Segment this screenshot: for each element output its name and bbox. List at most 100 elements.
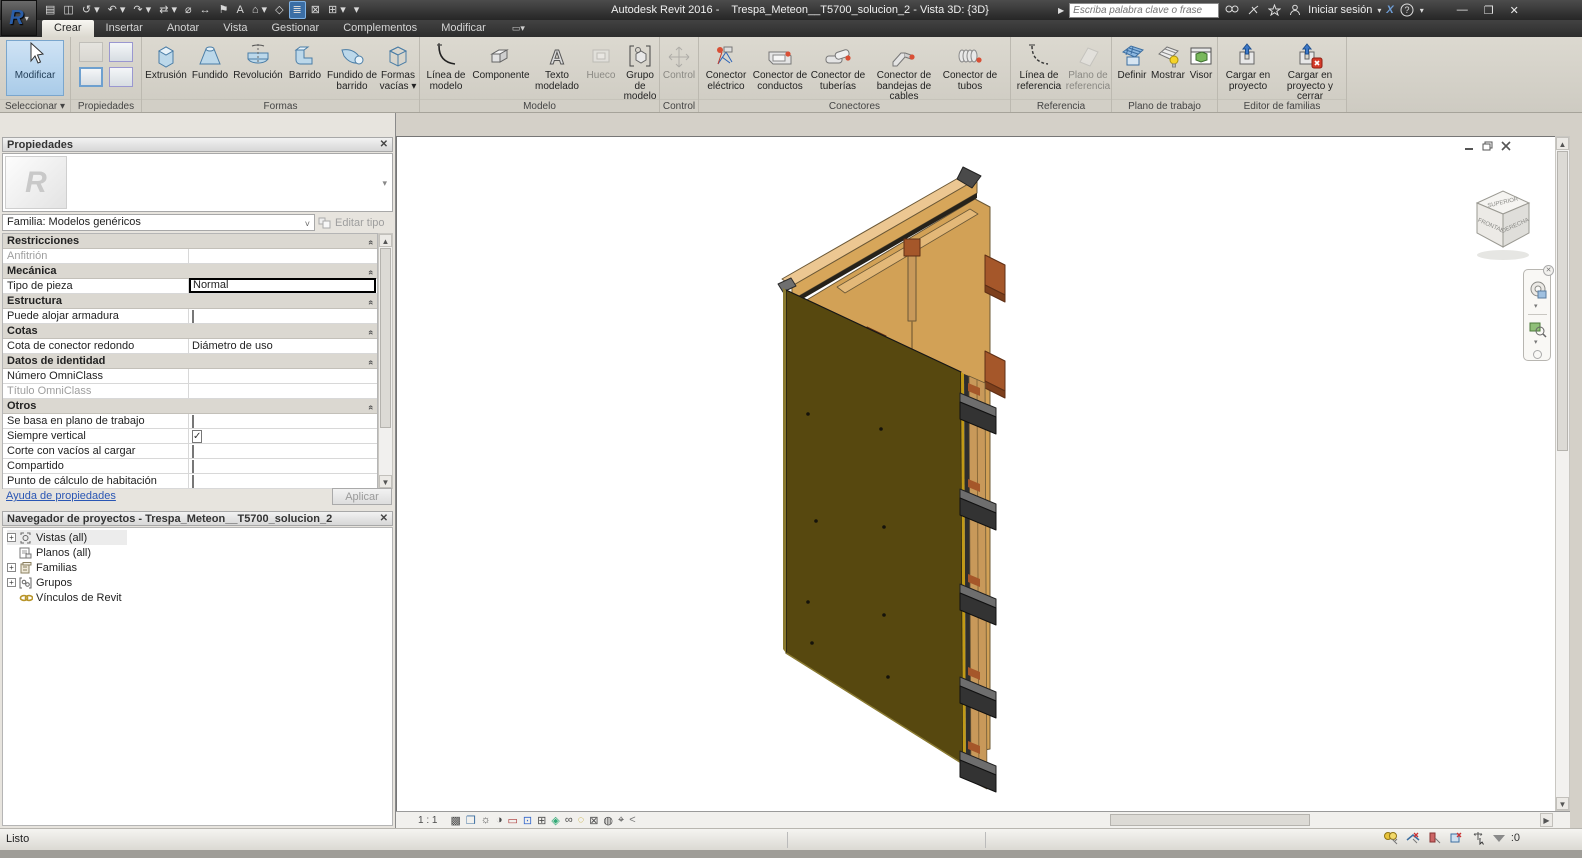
properties-close-icon[interactable]: ✕ (380, 138, 388, 152)
fundido-button[interactable]: Fundido (188, 38, 232, 82)
collapse-icon[interactable]: < (629, 814, 635, 826)
expand-icon[interactable]: + (7, 578, 16, 587)
reveal-constraints-icon[interactable]: ⌖ (618, 814, 624, 827)
type-selector-caret-icon[interactable]: ▾ (382, 178, 387, 189)
extrusion-button[interactable]: Extrusión (144, 38, 188, 82)
help-caret-icon[interactable]: ▾ (1420, 6, 1424, 15)
navbar-customize-icon[interactable] (1533, 350, 1542, 359)
navbar-caret-icon[interactable]: ▾ (1534, 302, 1538, 310)
property-row[interactable]: Título OmniClass (3, 384, 377, 399)
default-3d-view-icon[interactable]: ⌂ ▾ (249, 2, 270, 18)
property-row[interactable]: Se basa en plano de trabajo (3, 414, 377, 429)
text-icon[interactable]: A (234, 2, 247, 18)
scroll-down-icon[interactable]: ▼ (1556, 797, 1569, 810)
redo-icon[interactable]: ↷ ▾ (130, 2, 154, 18)
panel-label-referencia[interactable]: Referencia (1011, 99, 1111, 112)
panel-label-propiedades[interactable]: Propiedades (71, 99, 141, 112)
property-row[interactable]: Anfitrión (3, 249, 377, 264)
property-row[interactable]: Siempre vertical✓ (3, 429, 377, 444)
panel-label-formas[interactable]: Formas (142, 99, 419, 112)
project-browser-close-icon[interactable]: ✕ (380, 512, 388, 526)
search-input[interactable] (1069, 3, 1219, 18)
editable-only-icon[interactable] (1427, 831, 1443, 845)
properties-scrollbar[interactable]: ▲ ▼ (378, 233, 393, 489)
vertical-scrollbar[interactable]: ▲ ▼ (1555, 136, 1570, 811)
horizontal-scrollbar[interactable]: ▶ (688, 813, 1554, 828)
drawing-area[interactable]: SUPERIOR FRONTAL DERECHA ✕ ▾ ▾ (396, 136, 1555, 811)
cargar-en-proyecto-y-cerrar-button[interactable]: Cargar en proyecto y cerrar (1276, 38, 1344, 103)
conector-electrico-button[interactable]: Conector eléctrico (701, 38, 751, 92)
scrollbar-thumb[interactable] (1110, 814, 1310, 826)
close-hidden-windows-icon[interactable]: ⊠ (308, 2, 323, 18)
conector-de-tuberias-button[interactable]: Conector de tuberías (809, 38, 867, 92)
property-row[interactable]: Compartido (3, 459, 377, 474)
steering-wheel-icon[interactable] (1528, 280, 1548, 300)
sync-icon[interactable]: ↺ ▾ (79, 2, 103, 18)
properties-palette-header[interactable]: Propiedades ✕ (2, 137, 393, 152)
visor-button[interactable]: Visor (1186, 38, 1216, 82)
minimize-button[interactable]: — (1457, 4, 1468, 17)
aligned-dimension-icon[interactable]: ↔ (197, 2, 214, 18)
family-category-icon[interactable] (109, 42, 133, 62)
project-browser-header[interactable]: Navegador de proyectos - Trespa_Meteon__… (2, 511, 393, 526)
navbar-close-icon[interactable]: ✕ (1543, 265, 1554, 276)
sun-path-icon[interactable]: ☼ (481, 814, 491, 826)
tab-complementos[interactable]: Complementos (331, 20, 429, 37)
checkbox[interactable] (192, 460, 194, 473)
zoom-tool-icon[interactable] (1529, 320, 1547, 338)
fundido-de-barrido-button[interactable]: Fundido de barrido (326, 38, 378, 92)
undo-icon[interactable]: ↶ ▾ (105, 2, 129, 18)
panel-label-plano-de-trabajo[interactable]: Plano de trabajo (1112, 99, 1217, 112)
group-datos-de-identidad[interactable]: Datos de identidad» (3, 354, 377, 369)
group-restricciones[interactable]: Restricciones» (3, 234, 377, 249)
conector-de-bandejas-button[interactable]: Conector de bandejas de cables (867, 38, 941, 103)
exchange-apps-icon[interactable]: X (1386, 4, 1393, 16)
view-restore-icon[interactable] (1482, 141, 1493, 151)
worksets-icon[interactable] (1383, 831, 1399, 845)
selected-value-cell[interactable]: Normal (189, 278, 376, 293)
save-icon[interactable]: ◫ (60, 2, 76, 18)
tab-anotar[interactable]: Anotar (155, 20, 211, 37)
customize-qat-icon[interactable]: ▾ (351, 2, 363, 18)
view-scale[interactable]: 1 : 1 (418, 815, 437, 826)
shadows-icon[interactable]: ◑ (496, 814, 503, 826)
linea-de-modelo-button[interactable]: Línea de modelo (422, 38, 470, 92)
render-region-icon[interactable]: ⊡ (523, 814, 532, 827)
favorites-star-icon[interactable] (1266, 3, 1282, 17)
group-otros[interactable]: Otros» (3, 399, 377, 414)
view-cube[interactable]: SUPERIOR FRONTAL DERECHA (1465, 181, 1545, 271)
exclude-options-icon[interactable] (1449, 831, 1465, 845)
sign-in-button[interactable]: Iniciar sesión (1308, 4, 1372, 16)
cargar-en-proyecto-button[interactable]: Cargar en proyecto (1220, 38, 1276, 92)
panel-label-control[interactable]: Control (660, 99, 698, 112)
scroll-right-icon[interactable]: ▶ (1540, 813, 1553, 827)
expand-icon[interactable]: + (7, 533, 16, 542)
checkbox[interactable] (192, 475, 194, 488)
modify-button[interactable]: Modificar (6, 40, 64, 96)
checkbox-checked[interactable]: ✓ (192, 430, 202, 443)
reveal-hidden-icon[interactable]: ◌ (578, 814, 585, 826)
tab-vista[interactable]: Vista (211, 20, 259, 37)
render-icon[interactable]: ▭ (508, 814, 518, 827)
sign-in-caret-icon[interactable]: ▾ (1377, 6, 1381, 15)
temporary-hide-isolate-icon[interactable]: ∞ (565, 814, 573, 826)
close-button[interactable]: ✕ (1510, 4, 1519, 17)
barrido-button[interactable]: Barrido (284, 38, 326, 82)
properties-help-link[interactable]: Ayuda de propiedades (6, 490, 116, 502)
help-icon[interactable]: ? (1399, 3, 1415, 17)
linea-de-referencia-button[interactable]: Línea de referencia (1013, 38, 1065, 92)
tab-gestionar[interactable]: Gestionar (260, 20, 332, 37)
property-row[interactable]: Punto de cálculo de habitación (3, 474, 377, 489)
definir-button[interactable]: Definir (1114, 38, 1150, 82)
group-estructura[interactable]: Estructura» (3, 294, 377, 309)
ribbon-display-toggle-icon[interactable]: ▭▾ (512, 20, 525, 37)
tree-item-vistas[interactable]: + Vistas (all) (7, 530, 127, 545)
group-cotas[interactable]: Cotas» (3, 324, 377, 339)
expand-icon[interactable]: + (7, 563, 16, 572)
scroll-up-icon[interactable]: ▲ (379, 234, 392, 247)
communication-center-icon[interactable] (1245, 3, 1261, 17)
property-row[interactable]: Corte con vacíos al cargar (3, 444, 377, 459)
properties-palette-icon[interactable] (79, 67, 103, 87)
property-row[interactable]: Número OmniClass (3, 369, 377, 384)
application-menu-button[interactable]: R▾ (1, 0, 37, 36)
